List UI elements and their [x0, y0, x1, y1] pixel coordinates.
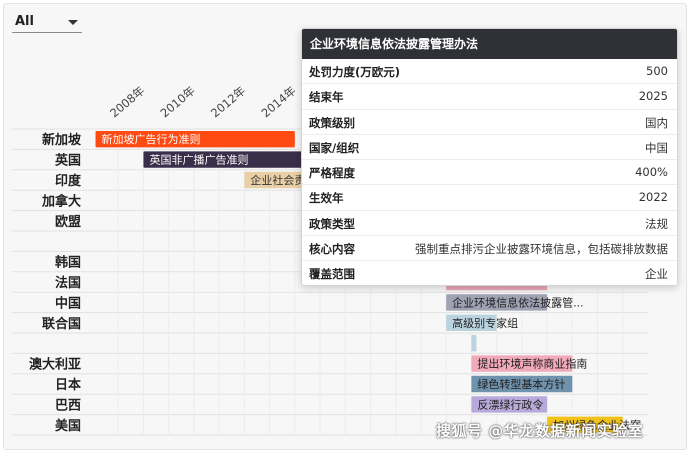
bar-label: 绿色转型基本方针 — [477, 377, 565, 391]
x-tick-label: 2014年 — [259, 83, 299, 120]
bar-label: 新加坡广告行为准则 — [102, 132, 201, 146]
tooltip-key: 处罚力度(万欧元) — [309, 65, 401, 79]
country-label: 法国 — [55, 275, 81, 291]
tooltip-value: 中国 — [645, 140, 668, 155]
tooltip-row: 政策级别 国内 — [302, 108, 677, 134]
country-label: 韩国 — [55, 255, 81, 271]
bar-label: 企业社会责 — [250, 173, 305, 187]
tooltip-title: 企业环境信息依法披露管理办法 — [302, 29, 677, 59]
tooltip-row: 国家/组织 中国 — [302, 133, 677, 159]
tooltip-key: 结束年 — [309, 90, 344, 105]
country-label: 美国 — [55, 418, 81, 434]
x-tick-label: 2012年 — [208, 83, 248, 120]
tooltip-value: 400% — [635, 165, 668, 180]
country-label: 日本 — [55, 377, 81, 393]
tooltip-value: 企业 — [645, 267, 668, 282]
tooltip-key: 严格程度 — [309, 166, 355, 181]
bar-label: 提出环境声称商业指南 — [477, 357, 587, 371]
bar-label: 高级别专家组 — [452, 316, 518, 330]
tooltip-row: 严格程度 400% — [302, 159, 677, 184]
tooltip-key: 生效年 — [309, 191, 344, 206]
country-label: 联合国 — [42, 316, 81, 332]
tooltip-row: 处罚力度(万欧元) 500 — [302, 59, 677, 83]
tooltip-row: 政策类型 法规 — [302, 209, 677, 235]
tooltip-key: 政策级别 — [309, 115, 355, 130]
tooltip-value: 强制重点排污企业披露环境信息，包括碳排放数据 — [415, 242, 668, 257]
x-tick-label: 2010年 — [158, 83, 198, 120]
country-label: 新加坡 — [42, 132, 82, 148]
bar-label: 反漂绿行政令 — [477, 397, 543, 411]
watermark-text: 搜狐号 @华龙数据新闻实验室 — [436, 422, 644, 440]
country-label: 加拿大 — [41, 193, 81, 209]
x-tick-label: 2008年 — [107, 83, 147, 120]
tooltip-row: 覆盖范围 企业 — [302, 260, 677, 285]
tooltip-value: 2025 — [638, 89, 668, 104]
policy-tooltip: 企业环境信息依法披露管理办法 处罚力度(万欧元) 500 结束年 2025 政策级别 国内… — [301, 28, 678, 286]
country-label: 欧盟 — [55, 214, 81, 230]
bar-label: 英国非广播广告准则 — [149, 153, 248, 167]
tooltip-row: 生效年 2022 — [302, 184, 677, 209]
bar-label: 企业环境信息依法披露管... — [452, 295, 584, 309]
gantt-bar — [471, 335, 477, 352]
tooltip-value: 法规 — [645, 216, 668, 231]
country-label: 印度 — [55, 173, 82, 189]
tooltip-value: 500 — [646, 64, 668, 78]
tooltip-key: 政策类型 — [309, 216, 355, 231]
country-label: 澳大利亚 — [29, 357, 81, 373]
country-label: 中国 — [55, 295, 81, 311]
tooltip-row: 结束年 2025 — [302, 83, 677, 108]
tooltip-key: 覆盖范围 — [309, 267, 355, 282]
tooltip-key: 国家/组织 — [309, 140, 360, 155]
tooltip-key: 核心内容 — [309, 242, 355, 257]
country-label: 英国 — [54, 153, 81, 169]
tooltip-value: 国内 — [645, 115, 668, 130]
country-label: 巴西 — [55, 398, 81, 413]
tooltip-body: 处罚力度(万欧元) 500 结束年 2025 政策级别 国内国家/组织 中国严格程度 400%… — [302, 59, 677, 285]
tooltip-row: 核心内容 强制重点排污企业披露环境信息，包括碳排放数据 — [302, 235, 677, 260]
tooltip-value: 2022 — [638, 190, 668, 205]
